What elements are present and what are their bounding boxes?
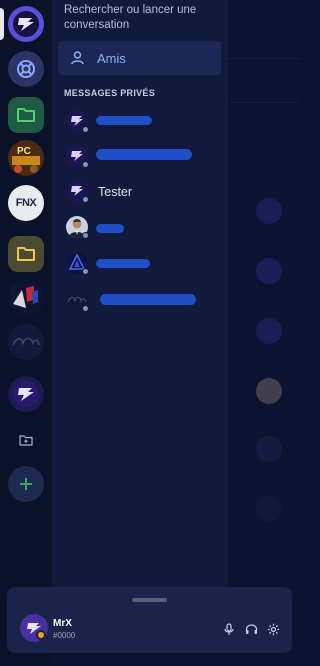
fnx-server-icon: FNX (15, 197, 37, 209)
user-name: MrX (53, 618, 72, 629)
folder-icon (17, 247, 35, 261)
gear-icon (267, 623, 279, 635)
avatar (256, 378, 282, 404)
dm-section-heading: MESSAGES PRIVÉS (64, 88, 156, 98)
dm-item[interactable] (60, 108, 220, 136)
status-dot (82, 126, 89, 133)
app-logo-icon (13, 11, 39, 37)
faded-server-button[interactable] (8, 324, 44, 360)
person-icon (71, 51, 84, 65)
app-window: PC FNX Rechercher ou lancer une conversa… (0, 0, 300, 666)
support-button[interactable] (8, 51, 44, 87)
avatar (256, 496, 282, 522)
microphone-button[interactable] (222, 622, 236, 636)
status-dot (82, 196, 89, 203)
headphones-icon (245, 624, 257, 634)
status-dot (82, 305, 89, 312)
avatar (256, 436, 282, 462)
dm-item[interactable] (60, 143, 220, 171)
app-logo-icon (13, 381, 39, 407)
dm-sidebar: Rechercher ou lancer une conversation Am… (52, 0, 228, 590)
flag-server-button[interactable] (8, 280, 44, 316)
settings-button[interactable] (266, 622, 280, 636)
server-rail: PC FNX (0, 0, 52, 666)
pc-server-button[interactable]: PC (8, 140, 44, 176)
microphone-icon (224, 622, 234, 635)
dm-item[interactable] (60, 214, 220, 242)
user-status-dot (36, 630, 46, 640)
divider (228, 58, 300, 59)
add-server-icon (20, 478, 32, 490)
avatar (256, 258, 282, 284)
status-dot (82, 232, 89, 239)
add-server-button[interactable] (8, 466, 44, 502)
dm-name: Tester (98, 185, 133, 199)
create-folder-button[interactable] (8, 426, 44, 454)
search-conversation-button[interactable]: Rechercher ou lancer une conversation (64, 3, 224, 33)
redaction-mark (96, 224, 124, 233)
fnx-server-button[interactable]: FNX (8, 185, 44, 221)
avatar (256, 198, 282, 224)
active-server-indicator (0, 8, 4, 40)
flag-server-icon (13, 286, 38, 308)
home-server-button[interactable] (8, 6, 44, 42)
avatar (256, 318, 282, 344)
faded-server-icon (12, 337, 40, 346)
pc-server-label: PC (17, 146, 31, 157)
status-dot (82, 161, 89, 168)
dm-item[interactable] (60, 250, 220, 278)
folder-plus-icon (19, 435, 33, 446)
headphones-button[interactable] (244, 622, 258, 636)
user-tag: #0000 (53, 631, 76, 640)
redaction-mark (96, 259, 150, 268)
redaction-mark (96, 116, 152, 125)
lifebuoy-icon (17, 60, 35, 78)
redaction-mark (96, 149, 192, 160)
folder-server-green[interactable] (8, 97, 44, 133)
dimmed-main-panel (228, 0, 300, 590)
user-panel: MrX #0000 (7, 587, 292, 653)
friends-nav-item[interactable]: Amis (58, 41, 221, 75)
status-dot (82, 268, 89, 275)
dm-item[interactable]: Tester (60, 178, 220, 206)
divider (228, 102, 300, 103)
dm-item[interactable] (60, 287, 220, 315)
folder-server-yellow[interactable] (8, 236, 44, 272)
app-server-button[interactable] (8, 376, 44, 412)
drag-handle[interactable] (132, 598, 167, 602)
redaction-mark (100, 294, 196, 305)
folder-icon (17, 108, 35, 122)
friends-label: Amis (97, 51, 126, 66)
